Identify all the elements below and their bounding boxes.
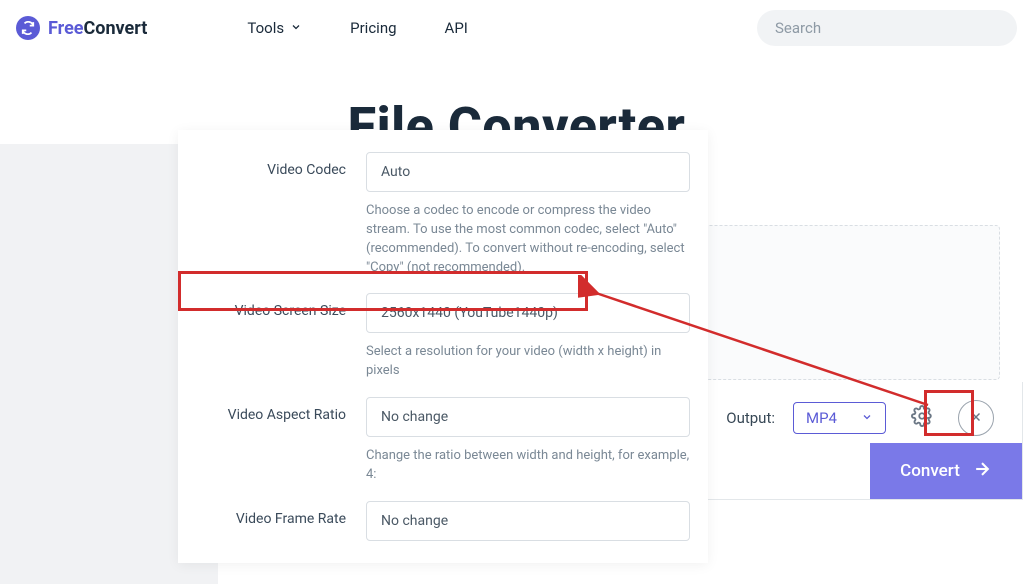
screen-size-select[interactable]: 2560x1440 (YouTube1440p)	[366, 293, 690, 333]
logo-icon	[16, 16, 40, 40]
aspect-ratio-help: Change the ratio between width and heigh…	[366, 447, 690, 485]
close-button[interactable]	[958, 400, 994, 436]
output-format-select[interactable]: MP4	[793, 402, 886, 434]
screen-size-help: Select a resolution for your video (widt…	[366, 343, 690, 381]
codec-select[interactable]: Auto	[366, 152, 690, 192]
arrow-right-icon	[972, 459, 992, 484]
close-icon	[969, 409, 983, 428]
nav-tools[interactable]: Tools	[247, 19, 302, 37]
chevron-down-icon	[861, 409, 873, 427]
settings-button[interactable]	[904, 400, 940, 436]
advanced-settings-panel: Video Codec Auto Choose a codec to encod…	[178, 130, 708, 563]
convert-button-label: Convert	[900, 461, 960, 481]
top-navbar: FreeConvert Tools Pricing API	[0, 0, 1033, 56]
setting-row-codec: Video Codec Auto Choose a codec to encod…	[182, 144, 704, 285]
frame-rate-select[interactable]: No change	[366, 501, 690, 541]
gear-icon	[911, 405, 933, 431]
search-input[interactable]	[757, 10, 1017, 46]
nav-links: Tools Pricing API	[247, 19, 467, 37]
setting-row-screen-size: Video Screen Size 2560x1440 (YouTube1440…	[182, 285, 704, 389]
output-format-value: MP4	[806, 409, 837, 427]
convert-button[interactable]: Convert	[870, 443, 1022, 499]
setting-label-frame-rate: Video Frame Rate	[196, 501, 346, 527]
setting-row-aspect-ratio: Video Aspect Ratio No change Change the …	[182, 389, 704, 493]
setting-label-screen-size: Video Screen Size	[196, 293, 346, 319]
nav-pricing[interactable]: Pricing	[350, 19, 396, 37]
setting-row-frame-rate: Video Frame Rate No change	[182, 493, 704, 549]
output-label: Output:	[726, 409, 775, 427]
nav-tools-label: Tools	[247, 19, 284, 37]
chevron-down-icon	[290, 19, 302, 37]
logo-text: FreeConvert	[48, 18, 147, 39]
nav-api[interactable]: API	[445, 19, 468, 37]
search-container	[757, 10, 1017, 46]
logo[interactable]: FreeConvert	[16, 16, 147, 40]
codec-help: Choose a codec to encode or compress the…	[366, 202, 690, 277]
setting-label-aspect-ratio: Video Aspect Ratio	[196, 397, 346, 423]
aspect-ratio-select[interactable]: No change	[366, 397, 690, 437]
setting-label-codec: Video Codec	[196, 152, 346, 178]
